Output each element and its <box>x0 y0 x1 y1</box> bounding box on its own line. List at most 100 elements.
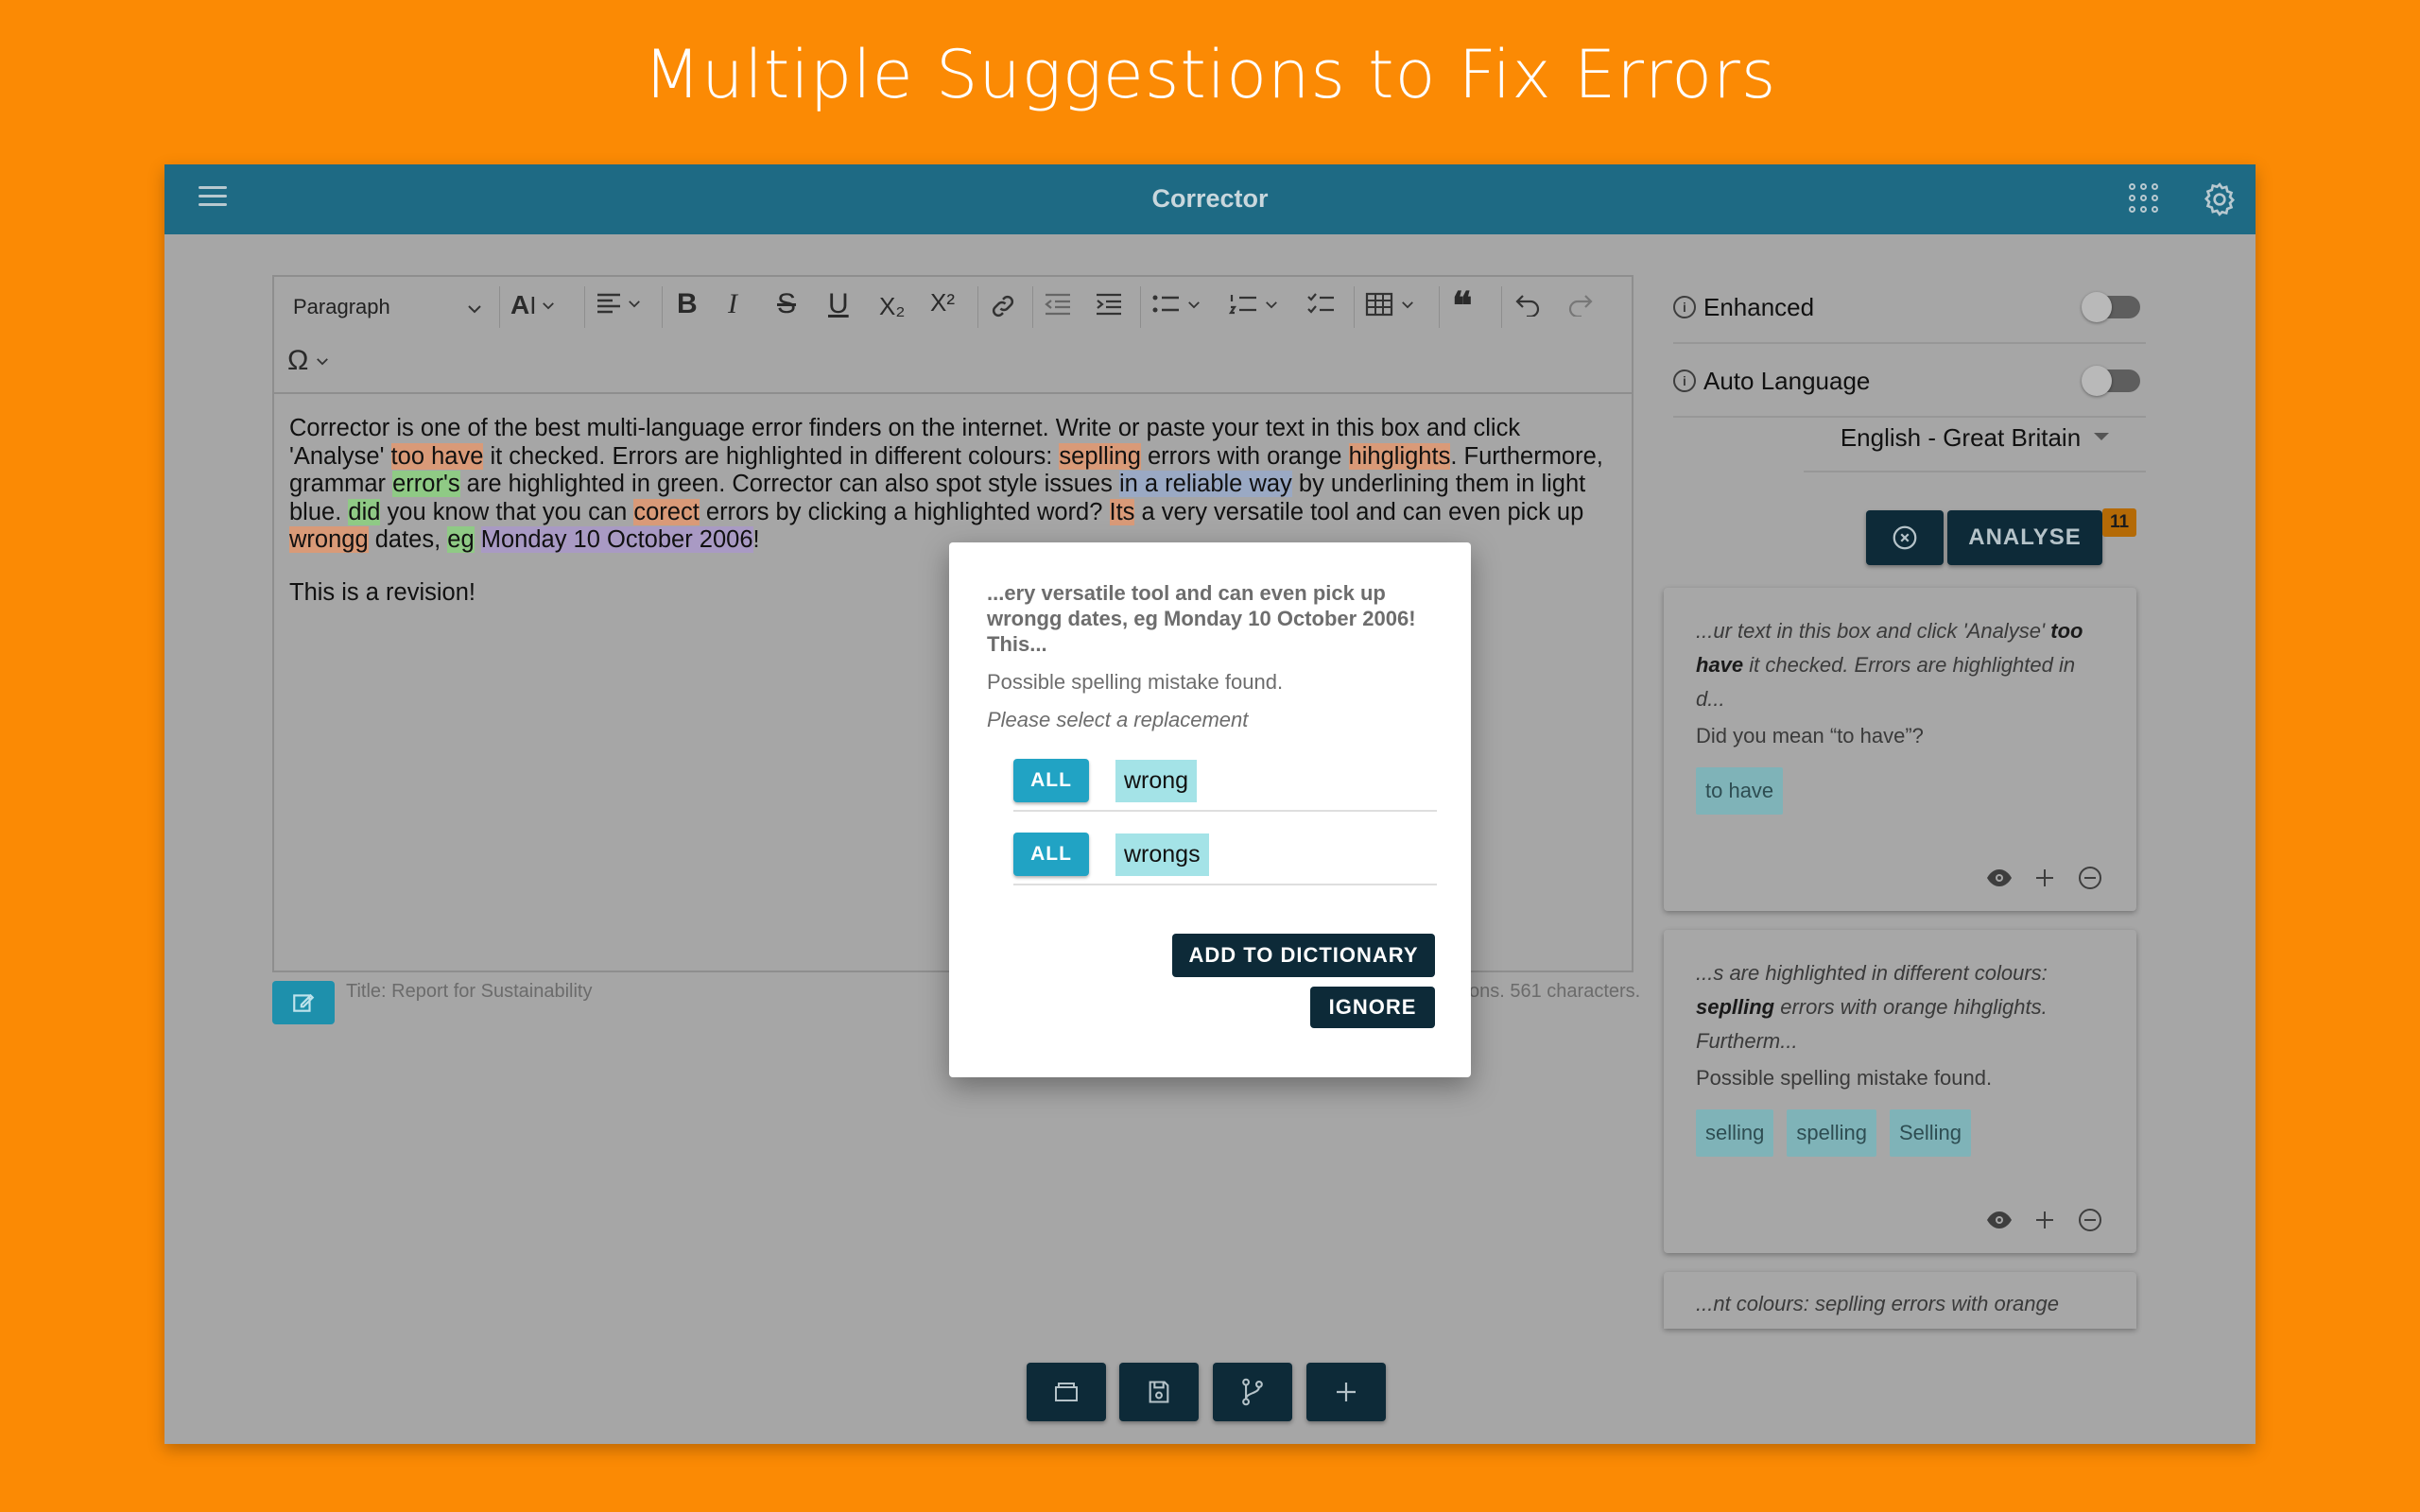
card-actions <box>1985 864 2104 892</box>
dialog-context: ...ery versatile tool and can even pick … <box>987 581 1416 656</box>
eye-icon[interactable] <box>1985 864 2014 892</box>
highlighted-error[interactable]: hihglights <box>1348 442 1451 470</box>
indent-icon[interactable] <box>1095 292 1123 317</box>
bold-icon[interactable]: B <box>677 288 698 320</box>
bullet-list-icon[interactable] <box>1151 292 1201 317</box>
superscript-icon[interactable]: X² <box>930 288 955 318</box>
app-bar: Corrector <box>164 164 2256 234</box>
suggestion-chip[interactable]: spelling <box>1787 1109 1876 1157</box>
card-suggestions: selling spelling Selling <box>1696 1109 2104 1157</box>
table-icon[interactable] <box>1365 292 1414 317</box>
italic-icon[interactable]: I <box>728 288 737 320</box>
suggestion-card[interactable]: ...ur text in this box and click 'Analys… <box>1664 588 2136 911</box>
text-run: a very versatile tool and can even pick … <box>1134 498 1584 525</box>
link-icon[interactable] <box>989 292 1017 320</box>
highlighted-error[interactable]: in a reliable way <box>1118 471 1292 497</box>
analyse-button[interactable]: ANALYSE <box>1947 510 2102 565</box>
enhanced-label: Enhanced <box>1703 292 1815 321</box>
replacement-row: ALL wrongs <box>1013 825 1437 885</box>
numbered-list-icon[interactable] <box>1229 292 1278 317</box>
edit-title-button[interactable] <box>272 981 335 1024</box>
save-button[interactable] <box>1119 1363 1199 1421</box>
replacement-dialog: ...ery versatile tool and can even pick … <box>949 542 1471 1077</box>
highlighted-error[interactable]: eg <box>447 526 475 553</box>
suggestion-chip[interactable]: Selling <box>1889 1109 1972 1157</box>
banner-title: Multiple Suggestions to Fix Errors <box>643 36 1777 113</box>
auto-language-label: Auto Language <box>1703 366 1871 395</box>
plus-icon[interactable] <box>2031 864 2059 892</box>
eye-icon[interactable] <box>1985 1206 2014 1234</box>
suggestion-card[interactable]: ...nt colours: seplling errors with oran… <box>1664 1272 2136 1329</box>
undo-icon[interactable] <box>1514 292 1543 317</box>
enhanced-row: i Enhanced <box>1673 272 2146 344</box>
minus-circle-icon[interactable] <box>2076 864 2104 892</box>
suggestion-chip[interactable]: selling <box>1696 1109 1774 1157</box>
editor-toolbar: Paragraph AI B I S U X₂ X² ❝ Ω <box>274 277 1632 394</box>
special-characters-icon[interactable]: Ω <box>287 345 329 377</box>
card-message: Did you mean “to have”? <box>1696 724 1924 747</box>
todo-list-icon[interactable] <box>1306 292 1335 317</box>
suggestion-chip[interactable]: to have <box>1696 767 1784 815</box>
replacement-row: ALL wrong <box>1013 751 1437 812</box>
card-context: ...ur text in this box and click 'Analys… <box>1696 619 2083 711</box>
highlighted-error[interactable]: wrongg <box>289 526 369 553</box>
plus-icon[interactable] <box>2031 1206 2059 1234</box>
minus-circle-icon[interactable] <box>2076 1206 2104 1234</box>
gear-icon[interactable] <box>2201 180 2238 218</box>
ignore-button[interactable]: IGNORE <box>1310 987 1435 1028</box>
outdent-icon[interactable] <box>1044 292 1072 317</box>
omega-glyph: Ω <box>287 345 309 376</box>
app-title: Corrector <box>1151 184 1269 213</box>
new-document-button[interactable] <box>1306 1363 1386 1421</box>
highlighted-error[interactable]: seplling <box>1059 442 1141 470</box>
align-left-icon[interactable] <box>596 292 641 315</box>
highlighted-error[interactable]: Its <box>1109 498 1135 525</box>
info-icon[interactable]: i <box>1673 369 1696 392</box>
info-icon[interactable]: i <box>1673 296 1696 318</box>
subscript-icon[interactable]: X₂ <box>879 292 905 321</box>
replace-all-button[interactable]: ALL <box>1013 833 1089 876</box>
error-count-badge: 11 <box>2102 508 2136 537</box>
caret-down-icon <box>2094 433 2110 440</box>
paragraph-select-label: Paragraph <box>293 295 390 318</box>
dialog-prompt: Please select a replacement <box>987 708 1249 731</box>
text-run: errors by clicking a highlighted word? <box>699 498 1110 525</box>
suggestion-card[interactable]: ...s are highlighted in different colour… <box>1664 930 2136 1253</box>
editor-paragraph[interactable]: Corrector is one of the best multi-langu… <box>289 415 1616 555</box>
document-title: Title: Report for Sustainability <box>346 981 593 1002</box>
card-context: ...s are highlighted in different colour… <box>1696 961 2048 1053</box>
text-run: ! <box>752 526 760 553</box>
clear-button[interactable] <box>1866 510 1944 565</box>
highlighted-error[interactable]: too have <box>390 442 484 470</box>
grid-icon[interactable] <box>2129 183 2159 214</box>
enhanced-toggle[interactable] <box>2082 292 2140 322</box>
paragraph-select[interactable]: Paragraph <box>284 286 492 328</box>
replacement-chip[interactable]: wrong <box>1115 759 1198 802</box>
blockquote-icon[interactable]: ❝ <box>1452 284 1473 328</box>
underline-icon[interactable]: U <box>828 288 849 320</box>
auto-language-toggle[interactable] <box>2082 366 2140 396</box>
redo-icon[interactable] <box>1565 292 1594 317</box>
replace-all-button[interactable]: ALL <box>1013 759 1089 802</box>
dialog-message: Possible spelling mistake found. <box>987 670 1284 694</box>
strikethrough-icon[interactable]: S <box>777 288 796 320</box>
add-to-dictionary-button[interactable]: ADD TO DICTIONARY <box>1172 934 1435 977</box>
replacement-chip[interactable]: wrongs <box>1115 833 1209 876</box>
text-run: errors with orange <box>1140 442 1349 470</box>
font-size-icon[interactable]: AI <box>510 290 555 320</box>
card-context: ...nt colours: seplling errors with oran… <box>1696 1292 2059 1315</box>
versions-button[interactable] <box>1213 1363 1292 1421</box>
highlighted-error[interactable]: corect <box>633 498 700 525</box>
highlighted-error[interactable]: Monday 10 October 2006 <box>480 526 753 553</box>
card-message: Possible spelling mistake found. <box>1696 1066 1993 1090</box>
open-document-button[interactable] <box>1027 1363 1106 1421</box>
text-run: are highlighted in green. Corrector can … <box>459 471 1119 497</box>
card-suggestions: to have <box>1696 767 2104 815</box>
highlighted-error[interactable]: error's <box>392 471 460 497</box>
card-actions <box>1985 1206 2104 1234</box>
language-select[interactable]: English - Great Britain <box>1804 420 2146 472</box>
character-count: ons. 561 characters. <box>1469 981 1641 1002</box>
language-value: English - Great Britain <box>1840 423 2082 452</box>
highlighted-error[interactable]: did <box>348 498 381 525</box>
auto-language-row: i Auto Language <box>1673 346 2146 418</box>
